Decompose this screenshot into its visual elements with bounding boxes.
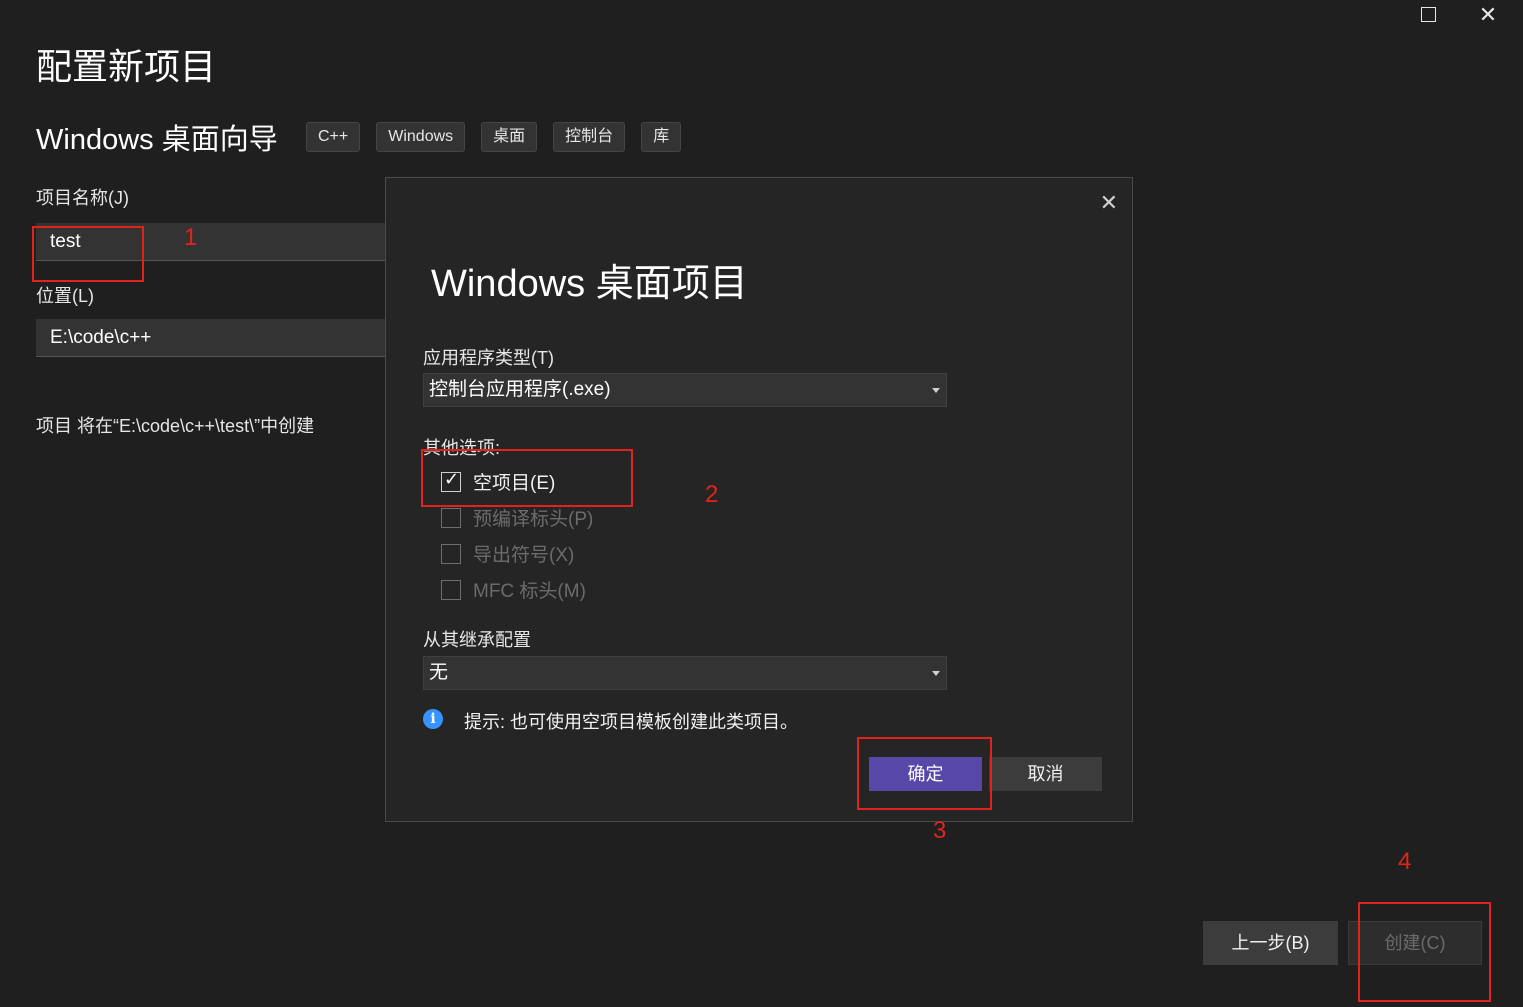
hint-text: 提示: 也可使用空项目模板创建此类项目。	[464, 712, 799, 732]
template-name: Windows 桌面向导	[36, 124, 278, 156]
annotation-number-2: 2	[705, 481, 719, 508]
maximize-icon	[1420, 6, 1436, 22]
maximize-button[interactable]	[1408, 2, 1448, 28]
checkbox-label: 预编译标头(P)	[473, 509, 594, 530]
annotation-number-4: 4	[1398, 848, 1412, 875]
window-close-button[interactable]: ✕	[1468, 2, 1508, 28]
dialog-close-button[interactable]: ✕	[1100, 190, 1118, 216]
info-icon: i	[423, 709, 443, 729]
location-label: 位置(L)	[36, 286, 94, 306]
location-input[interactable]: E:\code\c++	[36, 319, 396, 357]
tag-console: 控制台	[553, 122, 626, 152]
path-note: 项目 将在“E:\code\c++\test\”中创建	[36, 416, 315, 436]
annotation-box-3	[857, 737, 992, 810]
annotation-number-3: 3	[933, 817, 947, 844]
tag-library: 库	[641, 122, 682, 152]
checkbox-label: 导出符号(X)	[473, 545, 575, 566]
app-type-label: 应用程序类型(T)	[423, 348, 554, 368]
tag-cpp: C++	[306, 122, 361, 152]
mfc-headers-checkbox[interactable]: MFC 标头(M)	[441, 576, 586, 603]
checkbox-label: MFC 标头(M)	[473, 581, 586, 602]
tag-desktop: 桌面	[481, 122, 538, 152]
annotation-box-2	[421, 449, 633, 507]
export-symbols-checkbox[interactable]: 导出符号(X)	[441, 540, 574, 567]
chevron-down-icon	[932, 388, 940, 393]
template-tags: C++ Windows 桌面 控制台 库	[306, 122, 682, 152]
project-name-label: 项目名称(J)	[36, 188, 129, 208]
app-type-value: 控制台应用程序(.exe)	[429, 379, 611, 400]
dialog-title: Windows 桌面项目	[431, 263, 748, 305]
back-button[interactable]: 上一步(B)	[1203, 921, 1338, 965]
checkbox-icon	[441, 507, 461, 528]
chevron-down-icon	[932, 671, 940, 676]
inherit-config-dropdown[interactable]: 无	[423, 656, 947, 690]
inherit-config-value: 无	[429, 662, 449, 683]
checkbox-icon	[441, 579, 461, 600]
annotation-box-4	[1358, 902, 1491, 1002]
annotation-number-1: 1	[184, 224, 198, 251]
app-type-dropdown[interactable]: 控制台应用程序(.exe)	[423, 373, 947, 407]
cancel-button[interactable]: 取消	[989, 757, 1102, 791]
page-title: 配置新项目	[36, 46, 217, 87]
annotation-box-1	[32, 226, 144, 282]
inherit-config-label: 从其继承配置	[423, 630, 531, 650]
precompiled-header-checkbox[interactable]: 预编译标头(P)	[441, 504, 593, 531]
checkbox-icon	[441, 543, 461, 564]
tag-windows: Windows	[376, 122, 466, 152]
